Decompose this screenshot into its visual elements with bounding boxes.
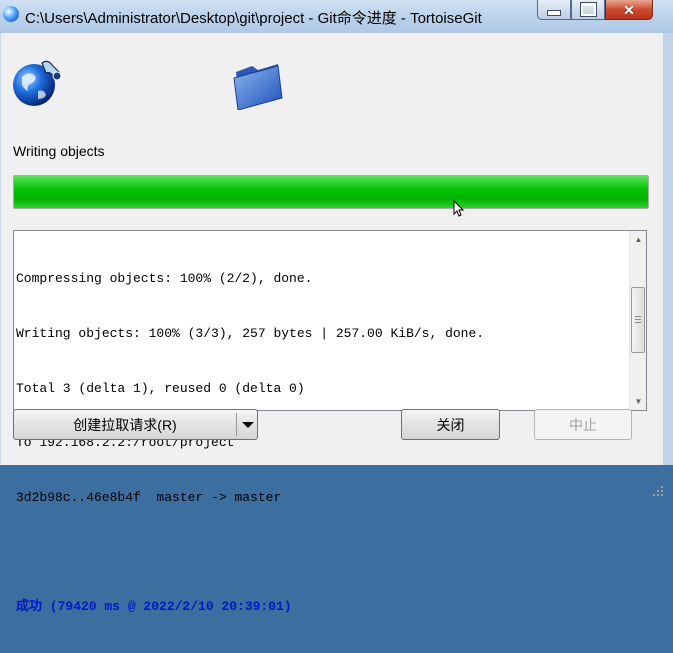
close-button[interactable]: 关闭: [401, 409, 500, 440]
dialog-body: Writing objects Compressing objects: 100…: [1, 33, 663, 614]
scroll-thumb[interactable]: [631, 287, 645, 353]
mouse-cursor-icon: [453, 200, 465, 217]
log-line: Writing objects: 100% (3/3), 257 bytes |…: [16, 326, 485, 342]
maximize-icon: [579, 2, 597, 17]
app-icon: [3, 6, 19, 22]
abort-button[interactable]: 中止: [534, 409, 632, 440]
thumb-grip: [635, 322, 641, 323]
title-bar[interactable]: C:\Users\Administrator\Desktop\git\proje…: [0, 0, 673, 33]
folder-icon: [233, 64, 283, 110]
log-line: Compressing objects: 100% (2/2), done.: [16, 271, 313, 287]
create-pull-request-label[interactable]: 创建拉取请求(R): [14, 410, 236, 439]
minimize-icon: [547, 9, 561, 16]
close-icon: ✕: [623, 1, 635, 18]
log-line: 3d2b98c..46e8b4f master -> master: [16, 489, 282, 505]
pull-request-dropdown[interactable]: [237, 410, 258, 439]
globe-icon: [13, 60, 62, 106]
create-pull-request-button[interactable]: 创建拉取请求(R): [13, 409, 258, 440]
progress-window: C:\Users\Administrator\Desktop\git\proje…: [0, 0, 673, 614]
thumb-grip: [635, 316, 641, 317]
log-line: Total 3 (delta 1), reused 0 (delta 0): [16, 380, 305, 396]
scroll-up-arrow[interactable]: ▲: [630, 231, 647, 248]
output-log[interactable]: Compressing objects: 100% (2/2), done. W…: [13, 230, 647, 614]
log-text: Compressing objects: 100% (2/2), done. W…: [16, 234, 484, 653]
progress-bar: [13, 175, 649, 209]
scroll-down-arrow[interactable]: ▼: [630, 393, 647, 410]
resize-grip-icon[interactable]: [652, 485, 664, 497]
dropdown-arrow-icon: [241, 421, 254, 428]
progress-fill: [14, 176, 648, 208]
window-title: C:\Users\Administrator\Desktop\git\proje…: [25, 10, 482, 27]
close-window-button[interactable]: ✕: [605, 0, 653, 20]
log-success-line: 成功 (79420 ms @ 2022/2/10 20:39:01): [16, 599, 292, 615]
thumb-grip: [635, 319, 641, 320]
maximize-button[interactable]: [571, 0, 605, 20]
minimize-button[interactable]: [537, 0, 571, 20]
status-label: Writing objects: [13, 143, 105, 159]
log-scrollbar[interactable]: ▲ ▼: [629, 231, 646, 410]
window-frame-right: [663, 33, 673, 465]
